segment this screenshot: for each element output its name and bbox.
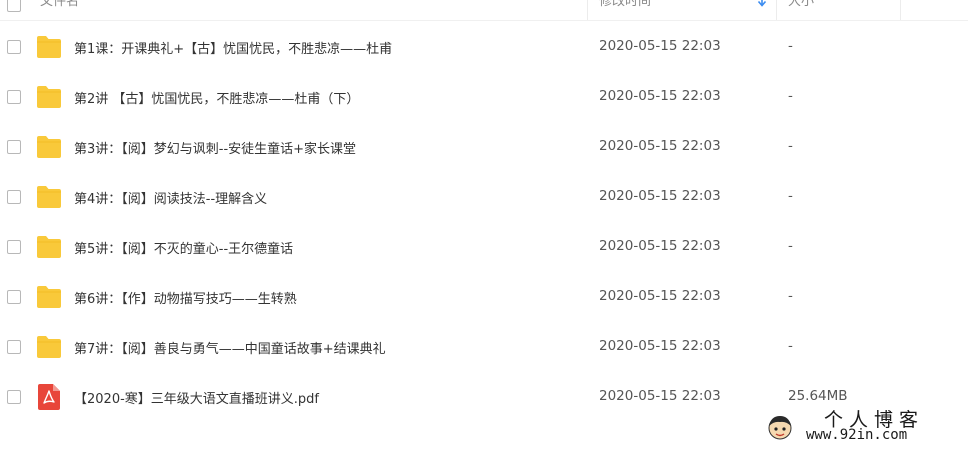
- modified-time: 2020-05-15 22:03: [599, 138, 721, 154]
- folder-icon: [37, 236, 61, 258]
- modified-time: 2020-05-15 22:03: [599, 238, 721, 254]
- folder-icon: [37, 186, 61, 208]
- cartoon-face-icon: [768, 416, 792, 440]
- row-checkbox[interactable]: [7, 140, 21, 154]
- column-header-size[interactable]: 大小: [788, 0, 898, 20]
- sort-descending-icon[interactable]: [757, 0, 767, 10]
- select-all-checkbox[interactable]: [7, 0, 21, 12]
- file-size: -: [788, 88, 793, 104]
- file-size: -: [788, 38, 793, 54]
- row-checkbox[interactable]: [7, 340, 21, 354]
- file-name[interactable]: 第2讲 【古】忧国忧民，不胜悲凉——杜甫（下）: [74, 88, 359, 107]
- column-divider[interactable]: [587, 0, 588, 20]
- file-row[interactable]: 第2讲 【古】忧国忧民，不胜悲凉——杜甫（下） 2020-05-15 22:03…: [0, 72, 968, 122]
- folder-icon: [37, 36, 61, 58]
- file-name[interactable]: 【2020-寒】三年级大语文直播班讲义.pdf: [74, 388, 319, 407]
- file-row[interactable]: 第1课：开课典礼+【古】忧国忧民，不胜悲凉——杜甫 2020-05-15 22:…: [0, 22, 968, 72]
- modified-time: 2020-05-15 22:03: [599, 88, 721, 104]
- row-checkbox[interactable]: [7, 40, 21, 54]
- modified-time: 2020-05-15 22:03: [599, 338, 721, 354]
- file-size: -: [788, 338, 793, 354]
- file-size: -: [788, 238, 793, 254]
- pdf-file-icon: [38, 384, 60, 410]
- folder-icon: [37, 336, 61, 358]
- file-name[interactable]: 第6讲：【作】动物描写技巧——生转熟: [74, 288, 297, 307]
- file-name[interactable]: 第7讲：【阅】善良与勇气——中国童话故事+结课典礼: [74, 338, 386, 357]
- watermark-url: www.92in.com: [806, 427, 908, 443]
- folder-icon: [37, 286, 61, 308]
- file-size: -: [788, 288, 793, 304]
- file-name[interactable]: 第3讲：【阅】梦幻与讽刺--安徒生童话+家长课堂: [74, 138, 356, 157]
- file-size: -: [788, 188, 793, 204]
- file-row[interactable]: 第3讲：【阅】梦幻与讽刺--安徒生童话+家长课堂 2020-05-15 22:0…: [0, 122, 968, 172]
- row-checkbox[interactable]: [7, 290, 21, 304]
- row-checkbox[interactable]: [7, 90, 21, 104]
- file-name[interactable]: 第5讲：【阅】不灭的童心--王尔德童话: [74, 238, 293, 257]
- file-list-page: 文件名 修改时间 大小 第1课：开课典礼+【古】忧国忧民，不胜悲凉——杜甫 20…: [0, 0, 968, 451]
- file-row[interactable]: 第7讲：【阅】善良与勇气——中国童话故事+结课典礼 2020-05-15 22:…: [0, 322, 968, 372]
- file-row[interactable]: 第4讲：【阅】阅读技法--理解含义 2020-05-15 22:03 -: [0, 172, 968, 222]
- folder-icon: [37, 86, 61, 108]
- modified-time: 2020-05-15 22:03: [599, 388, 721, 404]
- column-header-name[interactable]: 文件名: [40, 0, 585, 20]
- row-checkbox[interactable]: [7, 190, 21, 204]
- row-checkbox[interactable]: [7, 240, 21, 254]
- file-list-header: 文件名 修改时间 大小: [0, 0, 968, 21]
- column-header-modified[interactable]: 修改时间: [599, 0, 774, 20]
- column-divider[interactable]: [776, 0, 777, 20]
- file-row[interactable]: 第5讲：【阅】不灭的童心--王尔德童话 2020-05-15 22:03 -: [0, 222, 968, 272]
- file-name[interactable]: 第4讲：【阅】阅读技法--理解含义: [74, 188, 267, 207]
- modified-time: 2020-05-15 22:03: [599, 38, 721, 54]
- file-name[interactable]: 第1课：开课典礼+【古】忧国忧民，不胜悲凉——杜甫: [74, 38, 392, 57]
- file-size: 25.64MB: [788, 388, 848, 404]
- modified-time: 2020-05-15 22:03: [599, 188, 721, 204]
- blog-watermark: 个人博客 www.92in.com: [766, 405, 956, 445]
- file-row[interactable]: 第6讲：【作】动物描写技巧——生转熟 2020-05-15 22:03 -: [0, 272, 968, 322]
- modified-time: 2020-05-15 22:03: [599, 288, 721, 304]
- folder-icon: [37, 136, 61, 158]
- row-checkbox[interactable]: [7, 390, 21, 404]
- file-size: -: [788, 138, 793, 154]
- column-divider[interactable]: [900, 0, 901, 20]
